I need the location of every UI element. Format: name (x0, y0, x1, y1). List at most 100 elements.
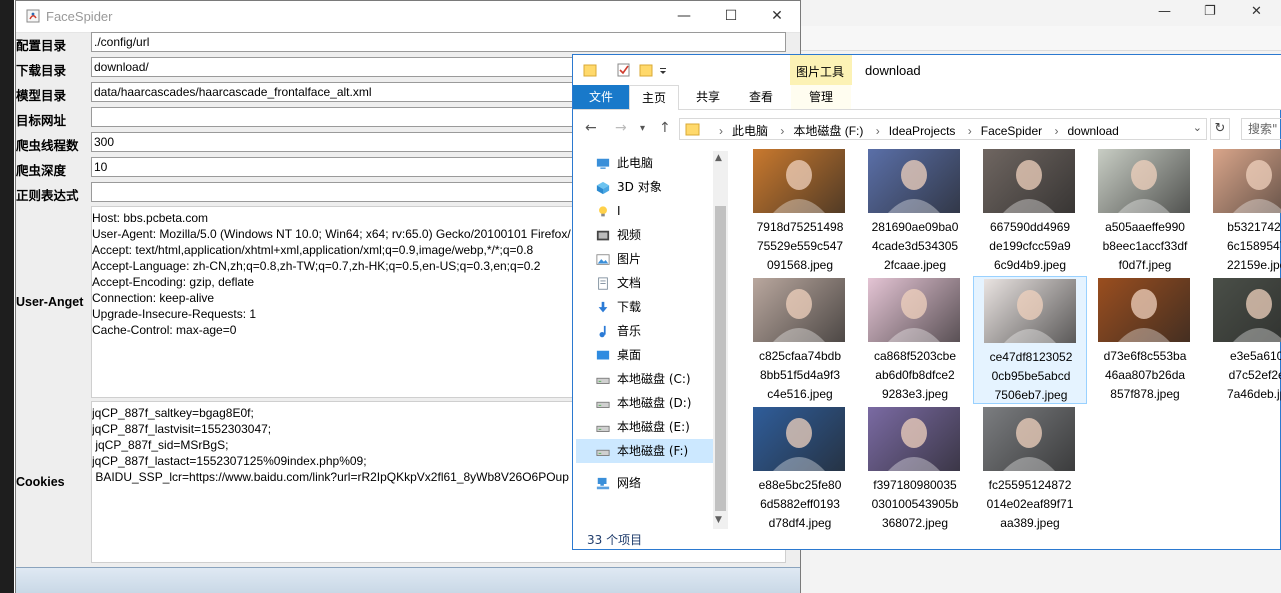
tab-manage[interactable]: 管理 (791, 85, 851, 109)
address-bar[interactable]: › 此电脑 › 本地磁盘 (F:) › IdeaProjects › FaceSpide… (679, 118, 1207, 140)
portrait-icon (773, 289, 825, 342)
file-name-line: a505aaeffe990 (1105, 220, 1185, 234)
portrait-icon (773, 160, 825, 213)
scroll-down-icon[interactable]: ▼ (715, 515, 722, 525)
navigation-scrollbar[interactable]: ▲ ▼ (713, 151, 728, 529)
address-dropdown-icon[interactable]: ⌄ (1193, 121, 1202, 134)
file-name-line: 7918d75251498 (756, 220, 844, 234)
minimize-button[interactable]: — (661, 4, 707, 28)
target-url-label: 目标网址 (16, 113, 67, 128)
file-name: ce47df8123052 0cb95be5abcd 7506eb7.jpeg (974, 348, 1088, 405)
file-name: b5321742cc 6c1589547a 22159e.jpeg (1203, 218, 1281, 275)
model-dir-label: 模型目录 (16, 88, 67, 103)
file-name-line: d78df4.jpeg (768, 516, 832, 530)
up-arrow-icon[interactable]: ↑ (659, 120, 671, 136)
nav-item[interactable]: 文档 (595, 271, 728, 295)
tab-home[interactable]: 主页 (629, 85, 679, 110)
nav-item[interactable]: 网络 (595, 471, 728, 495)
image-thumbnail (983, 407, 1075, 471)
file-item[interactable]: 667590dd4969 de199cfcc59a9 6c9d4b9.jpeg (973, 147, 1087, 275)
file-item[interactable]: f397180980035 030100543905b 368072.jpeg (858, 405, 972, 533)
nav-item-label: 3D 对象 (617, 180, 662, 194)
file-item[interactable]: ca868f5203cbe ab6d0fb8dfce2 9283e3.jpeg (858, 276, 972, 404)
portrait-icon (1118, 289, 1170, 342)
file-item[interactable]: b5321742cc 6c1589547a 22159e.jpeg (1203, 147, 1281, 275)
config-dir-input[interactable]: ./config/url (91, 32, 786, 52)
file-item[interactable]: 7918d75251498 75529e559c547 091568.jpeg (743, 147, 857, 275)
nav-item[interactable]: 下载 (595, 295, 728, 319)
recent-dropdown-icon[interactable]: ▾ (640, 123, 645, 134)
nav-item[interactable]: 视频 (595, 223, 728, 247)
portrait-icon (888, 160, 940, 213)
breadcrumb-item[interactable]: download (1067, 124, 1118, 138)
nav-item[interactable]: I (595, 199, 728, 223)
file-name: 281690ae09ba0 4cade3d534305 2fcaae.jpeg (858, 218, 972, 275)
file-name-line: 75529e559c547 (756, 239, 844, 253)
file-name-line: fc25595124872 (988, 478, 1072, 492)
portrait-icon (1233, 160, 1281, 213)
file-item[interactable]: c825cfaa74bdb 8bb51f5d4a9f3 c4e516.jpeg (743, 276, 857, 404)
tab-file[interactable]: 文件 (573, 85, 629, 109)
back-arrow-icon[interactable]: ← (585, 120, 597, 136)
file-item[interactable]: e3e5a610b d7c52ef2e1 7a46deb.jpe (1203, 276, 1281, 404)
documents-icon (598, 276, 608, 290)
tab-share[interactable]: 共享 (685, 85, 731, 109)
search-input[interactable]: 搜索" (1241, 118, 1281, 140)
bg-maximize-button[interactable]: ❐ (1204, 4, 1216, 19)
nav-item[interactable]: 本地磁盘 (E:) (595, 415, 728, 439)
breadcrumb-item[interactable]: IdeaProjects (889, 124, 956, 138)
scrollbar-thumb[interactable] (715, 206, 726, 511)
ribbon-tabs: 文件 主页 共享 查看 管理 (573, 85, 1281, 110)
bg-minimize-button[interactable]: — (1158, 4, 1171, 19)
regex-label: 正则表达式 (16, 188, 79, 203)
file-name: ca868f5203cbe ab6d0fb8dfce2 9283e3.jpeg (858, 347, 972, 404)
start-button[interactable] (16, 567, 800, 593)
new-folder-icon[interactable] (638, 62, 654, 78)
file-item[interactable]: a505aaeffe990 b8eec1accf33df f0d7f.jpeg (1088, 147, 1202, 275)
nav-item[interactable]: 本地磁盘 (D:) (595, 391, 728, 415)
file-name-line: 6c9d4b9.jpeg (993, 258, 1067, 272)
pc-icon (596, 158, 610, 169)
portrait-icon (1003, 160, 1055, 213)
file-name-line: e3e5a610b (1229, 349, 1281, 363)
download-dir-label: 下载目录 (16, 63, 67, 78)
drive-icon (596, 401, 610, 408)
file-item[interactable]: fc25595124872 014e02eaf89f71 aa389.jpeg (973, 405, 1087, 533)
thread-count-label: 爬虫线程数 (16, 138, 79, 153)
file-name: f397180980035 030100543905b 368072.jpeg (858, 476, 972, 533)
bg-close-button[interactable]: ✕ (1251, 4, 1262, 19)
file-item[interactable]: ce47df8123052 0cb95be5abcd 7506eb7.jpeg (973, 276, 1087, 404)
portrait-icon (888, 289, 940, 342)
image-thumbnail (753, 149, 845, 213)
file-name-line: 4cade3d534305 (871, 239, 959, 253)
file-item[interactable]: e88e5bc25fe80 6d5882eff0193 d78df4.jpeg (743, 405, 857, 533)
nav-item[interactable]: 本地磁盘 (F:) (576, 439, 726, 463)
forward-arrow-icon[interactable]: → (615, 120, 627, 136)
breadcrumb-item[interactable]: 此电脑 (732, 124, 768, 138)
3d-objects-icon (596, 181, 610, 194)
nav-item[interactable]: 3D 对象 (595, 175, 728, 199)
nav-item[interactable]: 图片 (595, 247, 728, 271)
breadcrumb-item[interactable]: 本地磁盘 (F:) (793, 124, 863, 138)
nav-item[interactable]: 此电脑 (595, 151, 728, 175)
image-thumbnail (1098, 149, 1190, 213)
refresh-icon[interactable]: ↻ (1210, 118, 1230, 140)
image-thumbnail (983, 149, 1075, 213)
maximize-button[interactable]: ☐ (708, 4, 754, 28)
file-name: a505aaeffe990 b8eec1accf33df f0d7f.jpeg (1088, 218, 1202, 275)
file-item[interactable]: d73e6f8c553ba 46aa807b26da 857f878.jpeg (1088, 276, 1202, 404)
file-item[interactable]: 281690ae09ba0 4cade3d534305 2fcaae.jpeg (858, 147, 972, 275)
nav-item[interactable]: 桌面 (595, 343, 728, 367)
breadcrumb-item[interactable]: FaceSpider (981, 124, 1042, 138)
facespider-titlebar: FaceSpider — ☐ ✕ (16, 1, 800, 33)
file-name-line: 667590dd4969 (989, 220, 1071, 234)
close-button[interactable]: ✕ (754, 4, 800, 28)
file-name-line: aa389.jpeg (1000, 516, 1060, 530)
nav-item[interactable]: 本地磁盘 (C:) (595, 367, 728, 391)
quick-access-dropdown-icon[interactable] (658, 62, 668, 78)
properties-icon[interactable] (616, 62, 632, 78)
nav-item[interactable]: 音乐 (595, 319, 728, 343)
scroll-up-icon[interactable]: ▲ (715, 153, 722, 163)
tab-view[interactable]: 查看 (738, 85, 784, 109)
file-name: e88e5bc25fe80 6d5882eff0193 d78df4.jpeg (743, 476, 857, 533)
